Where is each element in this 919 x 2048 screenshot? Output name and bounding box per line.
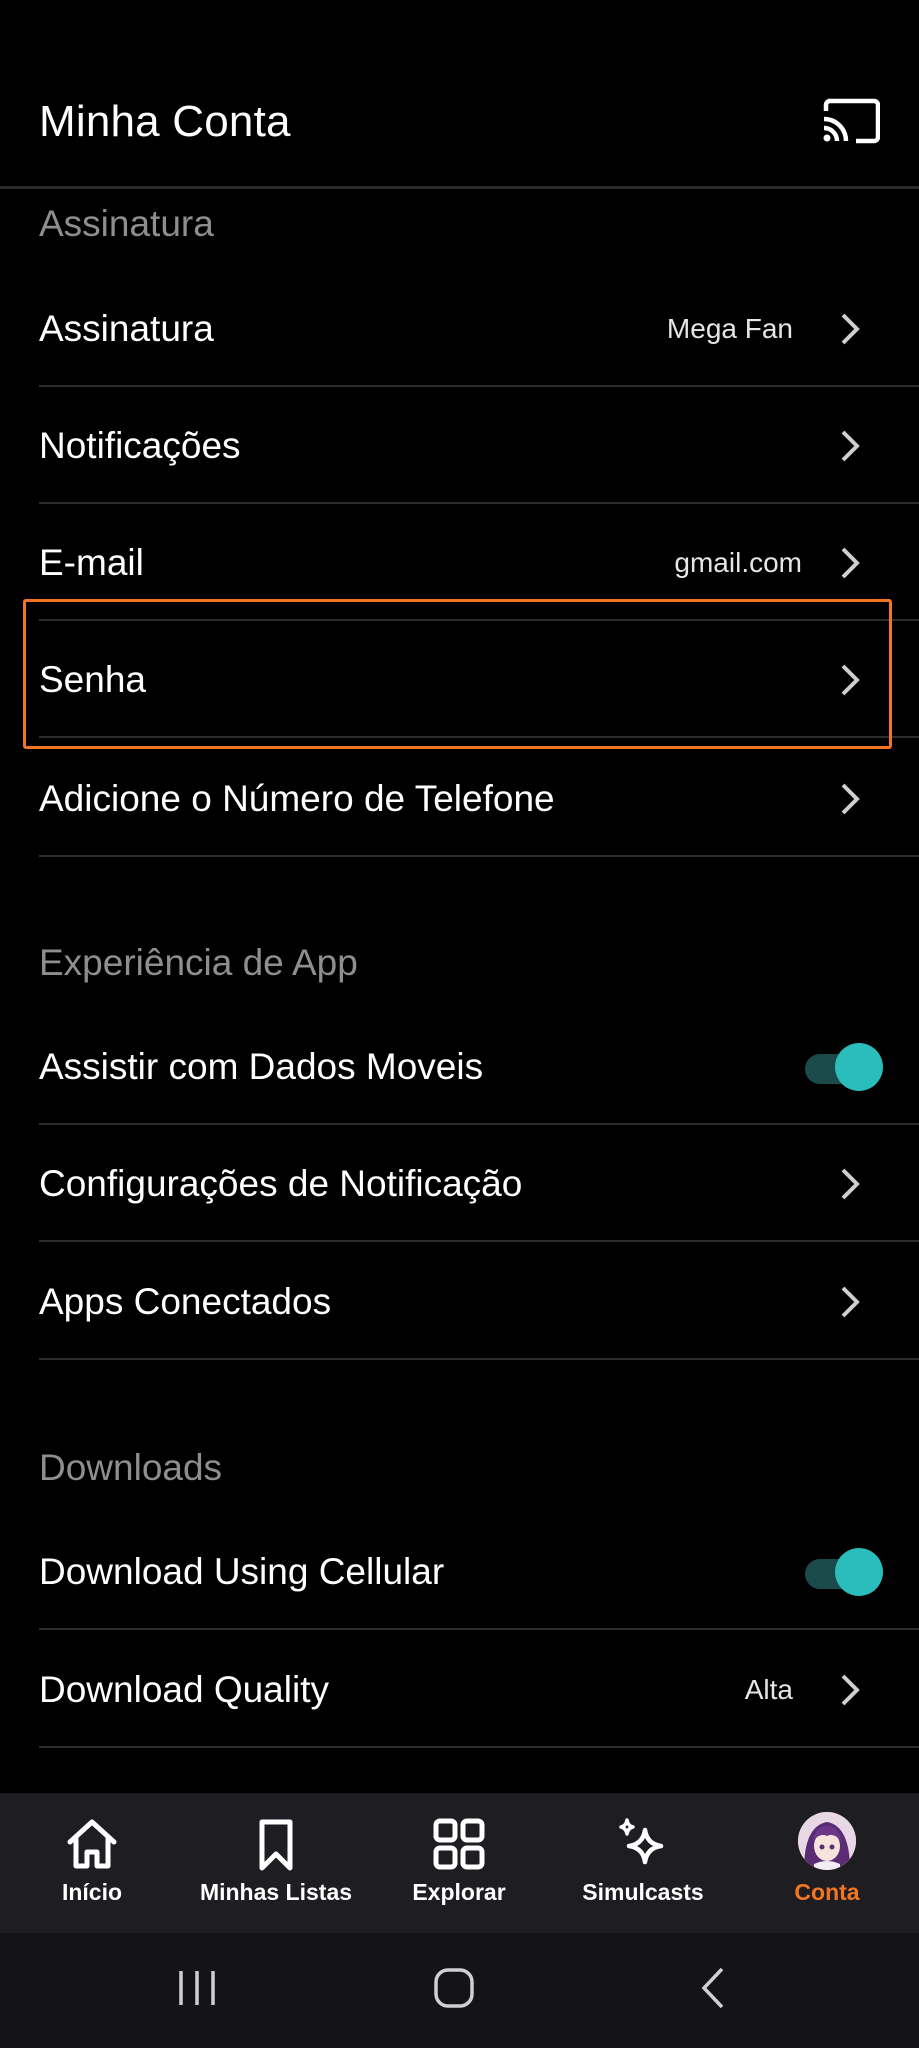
row-config-notificacao[interactable]: Configurações de Notificação: [0, 1125, 919, 1242]
recent-apps-icon[interactable]: [167, 1963, 227, 2013]
nav-minhas-listas[interactable]: Minhas Listas: [184, 1793, 368, 1933]
section-title-subscription: Assinatura: [39, 203, 214, 244]
cast-icon[interactable]: [822, 97, 880, 145]
row-notificacoes[interactable]: Notificações: [0, 387, 919, 504]
nav-label: Minhas Listas: [199, 1879, 353, 1905]
row-telefone[interactable]: Adicione o Número de Telefone: [0, 740, 919, 857]
sparkle-icon: [619, 1818, 664, 1865]
nav-conta[interactable]: Conta: [735, 1793, 919, 1933]
nav-explorar[interactable]: Explorar: [367, 1793, 551, 1933]
row-label: Adicione o Número de Telefone: [39, 777, 555, 819]
avatar-image: [798, 1812, 856, 1870]
section-title-downloads: Downloads: [39, 1447, 223, 1488]
avatar: [798, 1812, 856, 1870]
nav-label: Simulcasts: [582, 1879, 704, 1905]
row-label: E-mail: [39, 541, 144, 583]
selection-highlight: [23, 599, 892, 749]
row-label: Assistir com Dados Moveis: [39, 1045, 484, 1087]
row-value: Alta: [744, 1673, 793, 1705]
divider: [39, 855, 919, 857]
grid-icon: [433, 1818, 485, 1870]
divider: [39, 1628, 919, 1630]
chevron-right-icon: [841, 1168, 860, 1199]
chevron-right-icon: [841, 313, 860, 344]
nav-simulcasts[interactable]: Simulcasts: [551, 1793, 735, 1933]
chevron-right-icon: [841, 430, 860, 461]
nav-label: Conta: [794, 1879, 860, 1905]
row-label: Download Using Cellular: [39, 1550, 445, 1592]
row-value: gmail.com: [674, 546, 802, 578]
download-cellular-toggle[interactable]: [803, 1547, 883, 1596]
nav-inicio[interactable]: Início: [0, 1793, 184, 1933]
row-label: Download Quality: [39, 1668, 329, 1710]
bookmark-icon: [259, 1819, 293, 1871]
row-download-quality[interactable]: Download Quality Alta: [0, 1631, 919, 1748]
row-label: Apps Conectados: [39, 1280, 332, 1322]
row-download-cellular[interactable]: Download Using Cellular: [0, 1513, 919, 1630]
row-apps-conectados[interactable]: Apps Conectados: [0, 1243, 919, 1360]
nav-label: Início: [61, 1879, 123, 1905]
home-icon: [67, 1819, 117, 1869]
toggle-knob: [835, 1042, 883, 1091]
row-label: Assinatura: [39, 307, 214, 349]
toggle-knob: [835, 1547, 883, 1596]
chevron-right-icon: [841, 1674, 860, 1705]
row-value: Mega Fan: [666, 312, 793, 344]
chevron-right-icon: [841, 547, 860, 578]
divider: [39, 1358, 919, 1360]
row-assinatura[interactable]: Assinatura Mega Fan: [0, 270, 919, 387]
row-dados-moveis[interactable]: Assistir com Dados Moveis: [0, 1008, 919, 1125]
divider: [39, 1746, 919, 1748]
back-icon[interactable]: [684, 1963, 744, 2013]
row-label: Notificações: [39, 424, 241, 466]
row-label: Configurações de Notificação: [39, 1162, 523, 1204]
divider: [39, 1240, 919, 1242]
home-button-icon[interactable]: [424, 1963, 484, 2013]
page-title: Minha Conta: [39, 97, 291, 146]
chevron-right-icon: [841, 783, 860, 814]
bottom-nav: Início Minhas Listas Explorar Simulcasts: [0, 1793, 919, 1933]
chevron-right-icon: [841, 1286, 860, 1317]
section-title-app-experience: Experiência de App: [39, 942, 358, 983]
app-header: Minha Conta: [0, 0, 919, 189]
system-nav-bar: [0, 1933, 919, 2048]
nav-label: Explorar: [412, 1879, 506, 1905]
mobile-data-toggle[interactable]: [803, 1042, 883, 1091]
